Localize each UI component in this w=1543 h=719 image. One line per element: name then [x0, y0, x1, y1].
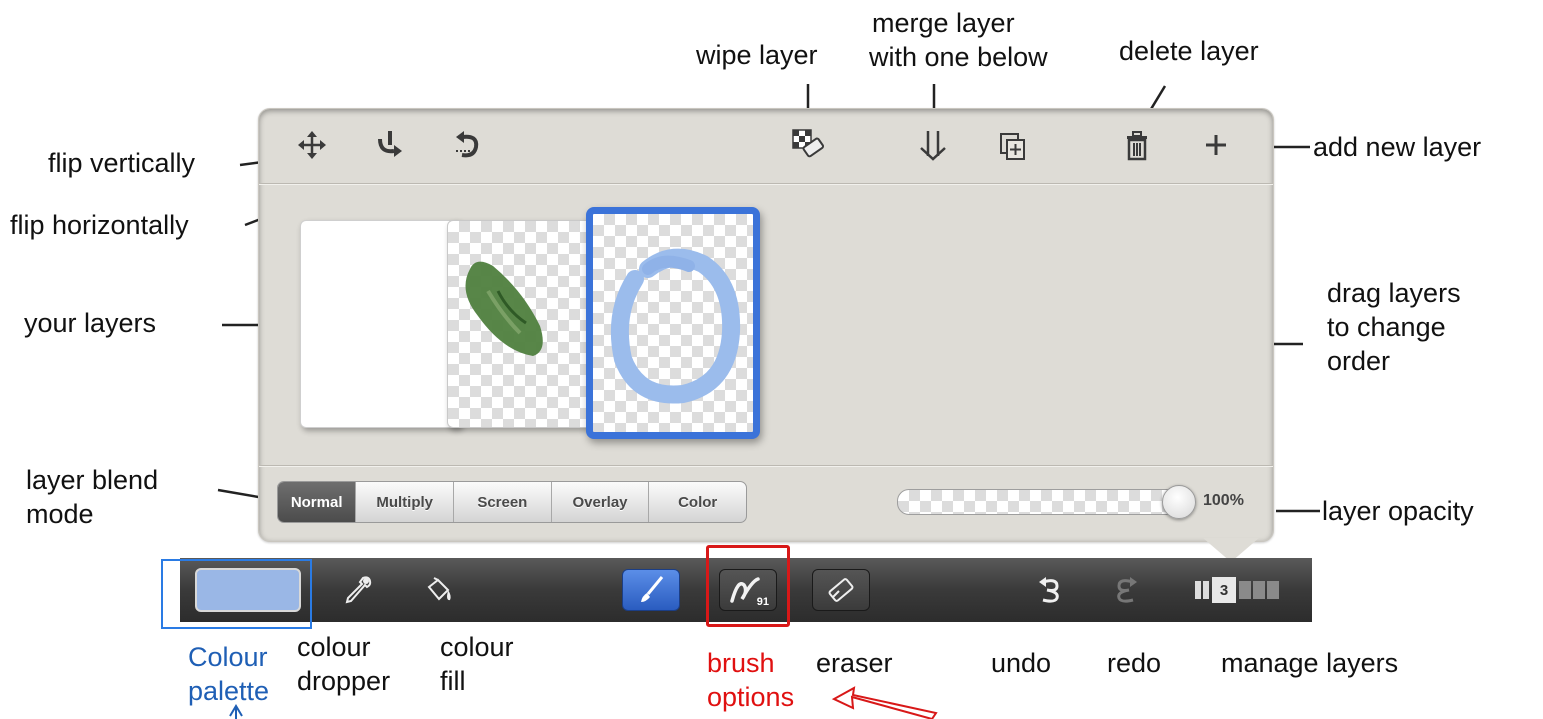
- blend-normal[interactable]: Normal: [278, 482, 356, 522]
- panel-divider-bottom: [259, 465, 1273, 466]
- label-your-layers: your layers: [24, 308, 157, 338]
- blend-overlay[interactable]: Overlay: [550, 482, 649, 522]
- blend-multiply[interactable]: Multiply: [355, 482, 453, 522]
- brush-icon: [641, 576, 664, 602]
- label-add-new-layer: add new layer: [1313, 132, 1482, 162]
- duplicate-layer-icon[interactable]: [996, 130, 1030, 164]
- label-eraser: eraser: [816, 648, 893, 678]
- colour-dropper-icon[interactable]: [340, 571, 376, 609]
- brush-options-highlight: [706, 545, 790, 627]
- label-redo: redo: [1107, 648, 1162, 678]
- label-layer-opacity: layer opacity: [1322, 496, 1474, 526]
- label-wipe-layer: wipe layer: [696, 40, 818, 70]
- merge-down-icon[interactable]: [916, 128, 950, 162]
- wipe-layer-icon[interactable]: [790, 126, 824, 160]
- manage-layers-button[interactable]: 3: [1186, 576, 1288, 604]
- layer-thumbnail-3-selected[interactable]: [586, 207, 760, 439]
- colour-fill-icon[interactable]: [420, 571, 456, 609]
- label-manage-layers: manage layers: [1221, 648, 1399, 678]
- blend-color[interactable]: Color: [648, 482, 746, 522]
- green-stroke: [465, 261, 543, 356]
- label-colour-palette: Colour palette: [188, 642, 270, 706]
- delete-layer-icon[interactable]: [1120, 128, 1154, 162]
- panel-divider-top: [259, 183, 1273, 184]
- layer-stack-right: [1239, 581, 1279, 599]
- label-drag-layers: drag layers to change order: [1327, 278, 1461, 376]
- add-layer-icon[interactable]: [1199, 128, 1233, 162]
- blend-mode-control: Normal Multiply Screen Overlay Color: [277, 481, 747, 523]
- layer-stack-left: [1195, 581, 1209, 599]
- label-colour-fill: colour fill: [440, 632, 514, 696]
- flip-horizontal-icon[interactable]: [451, 128, 485, 162]
- colour-palette-highlight: [161, 559, 312, 629]
- layer-thumbnail-2[interactable]: [447, 220, 609, 428]
- opacity-slider-track[interactable]: [897, 489, 1189, 515]
- label-delete-layer: delete layer: [1119, 36, 1259, 66]
- label-layer-blend-mode: layer blend mode: [26, 465, 159, 529]
- label-colour-dropper: colour dropper: [297, 632, 391, 696]
- eraser-button[interactable]: [812, 569, 870, 611]
- current-layer-indicator: 3: [1212, 577, 1236, 603]
- blend-screen[interactable]: Screen: [453, 482, 551, 522]
- label-flip-vertically: flip vertically: [48, 148, 196, 178]
- label-flip-horizontally: flip horizontally: [10, 210, 189, 240]
- undo-icon[interactable]: [1032, 571, 1068, 609]
- opacity-slider-knob[interactable]: [1162, 485, 1196, 519]
- label-brush-options: brush options: [707, 648, 795, 712]
- opacity-value: 100%: [1203, 492, 1244, 509]
- move-icon[interactable]: [295, 128, 329, 162]
- eraser-icon: [828, 578, 854, 602]
- label-undo: undo: [991, 648, 1052, 678]
- brush-button[interactable]: [622, 569, 680, 611]
- blue-stroke: [610, 248, 741, 404]
- layer-thumbnail-1[interactable]: [300, 220, 462, 428]
- redo-icon[interactable]: [1108, 571, 1144, 609]
- label-merge-layer: merge layer with one below: [869, 8, 1048, 72]
- flip-vertical-icon[interactable]: [373, 126, 407, 160]
